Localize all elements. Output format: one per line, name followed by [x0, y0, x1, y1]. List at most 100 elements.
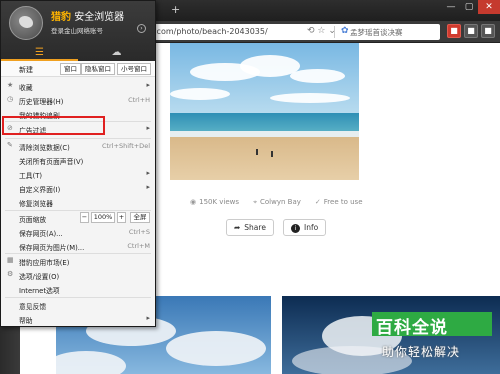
- menu-item-label: 收藏: [19, 84, 33, 92]
- menu-item-label: 帮助: [19, 317, 33, 325]
- url-text[interactable]: .com/photo/beach-2043035/: [154, 27, 268, 36]
- license-info: ✓ Free to use: [315, 198, 363, 207]
- license-text: Free to use: [323, 198, 363, 206]
- eye-icon: ◉: [190, 198, 197, 206]
- menu-item-label: 意见反馈: [19, 303, 47, 311]
- info-button[interactable]: i Info: [283, 219, 327, 236]
- thumbnail-cloud: [56, 351, 126, 374]
- new-alt-account-window-button[interactable]: 小号窗口: [117, 63, 151, 75]
- submenu-arrow-icon: ▸: [146, 183, 150, 191]
- location-pin-icon: ⌖: [253, 198, 258, 206]
- menu-item-save-page[interactable]: 保存网页(A)... Ctrl+S: [1, 225, 155, 239]
- zoom-out-button[interactable]: −: [80, 212, 89, 223]
- check-icon: ✓: [314, 198, 321, 206]
- search-input[interactable]: 孟梦瑶首谈决赛: [350, 27, 403, 38]
- photo-cloud: [270, 93, 350, 103]
- menu-item-label: 保存网页为图片(M)...: [19, 244, 85, 252]
- menu-item-shortcut: Ctrl+H: [128, 96, 150, 104]
- menu-item-history[interactable]: ◷ 历史管理器(H) Ctrl+H: [1, 93, 155, 107]
- menu-item-label: 选项/设置(O): [19, 273, 60, 281]
- grid-icon: ▦: [7, 256, 14, 264]
- views-count: 150K views: [199, 198, 240, 206]
- extension-icons: ■ ■ ■: [447, 24, 495, 38]
- menu-item-label: Internet选项: [19, 287, 60, 295]
- zoom-in-button[interactable]: +: [117, 212, 126, 223]
- account-login-link[interactable]: 登录金山网络账号: [51, 25, 103, 35]
- cloud-icon[interactable]: ☁: [78, 44, 155, 61]
- brand-prefix: 猎豹: [51, 12, 71, 23]
- new-tab-button[interactable]: +: [171, 4, 180, 16]
- location-info: ⌖ Colwyn Bay: [253, 198, 301, 207]
- url-action-icons[interactable]: ⟲ ☆ ⌄: [307, 26, 336, 36]
- zoom-label: 页面缩放: [19, 216, 47, 224]
- menu-item-customize[interactable]: 自定义界面(I) ▸: [1, 181, 155, 195]
- fullscreen-button[interactable]: 全屏: [130, 212, 150, 223]
- menu-item-feedback[interactable]: 意见反馈: [1, 298, 155, 312]
- menu-icon[interactable]: ■: [481, 24, 495, 38]
- menu-item-save-as-image[interactable]: 保存网页为图片(M)... Ctrl+M: [1, 239, 155, 253]
- menu-item-tools[interactable]: 工具(T) ▸: [1, 167, 155, 181]
- info-label: Info: [304, 223, 319, 232]
- views-info: ◉ 150K views: [190, 198, 239, 207]
- location-text: Colwyn Bay: [260, 198, 301, 206]
- menu-list-icon[interactable]: ☰: [1, 44, 78, 61]
- submenu-arrow-icon: ▸: [146, 81, 150, 89]
- photo-person: [271, 151, 273, 157]
- extension-icon[interactable]: ■: [447, 24, 461, 38]
- menu-item-label: 猎豹应用市场(E): [19, 259, 70, 267]
- maximize-button[interactable]: ▢: [460, 0, 478, 14]
- menu-item-shortcut: Ctrl+Shift+Del: [101, 142, 150, 150]
- watermark-title: 百科全说: [376, 318, 448, 338]
- share-icon: ➦: [234, 223, 241, 232]
- photo-person: [256, 149, 258, 155]
- menu-item-label: 清除浏览数据(C): [19, 144, 70, 152]
- menu-item-mute-all[interactable]: 关闭所有页面声音(V): [1, 153, 155, 167]
- minimize-button[interactable]: —: [442, 0, 460, 14]
- menu-item-favorites[interactable]: ★ 收藏 ▸: [1, 79, 155, 93]
- submenu-arrow-icon: ▸: [146, 314, 150, 322]
- search-engine-icon[interactable]: ✿: [341, 26, 349, 36]
- menu-item-clear-data[interactable]: ✎ 清除浏览数据(C) Ctrl+Shift+Del: [1, 139, 155, 153]
- broom-icon: ✎: [7, 141, 13, 149]
- new-window-button[interactable]: 窗口: [60, 63, 81, 75]
- menu-item-zoom: 页面缩放 − 100% + 全屏: [1, 211, 155, 225]
- menu-item-settings[interactable]: ⚙ 选项/设置(O): [1, 268, 155, 282]
- beach-photo[interactable]: [170, 43, 359, 180]
- info-icon: i: [291, 224, 300, 233]
- share-button[interactable]: ➦ Share: [226, 219, 274, 236]
- browser-main-menu: 猎豹 安全浏览器 登录金山网络账号 › ☰ ☁ 新建 窗口 隐私窗口 小号窗口 …: [0, 0, 156, 327]
- menu-item-repair[interactable]: 修复浏览器: [1, 195, 155, 209]
- menu-item-help[interactable]: 帮助 ▸: [1, 312, 155, 326]
- share-label: Share: [244, 223, 266, 232]
- menu-item-shortcut: Ctrl+M: [127, 242, 150, 250]
- menu-item-label: 关闭所有页面声音(V): [19, 158, 84, 166]
- lock-icon[interactable]: ■: [464, 24, 478, 38]
- brand-name: 猎豹 安全浏览器: [51, 8, 124, 23]
- window-controls: — ▢ ✕: [442, 0, 500, 14]
- url-field[interactable]: .com/photo/beach-2043035/ ⟲ ☆ ⌄ ✿ 孟梦瑶首谈决…: [140, 24, 440, 40]
- menu-item-label: 工具(T): [19, 172, 43, 180]
- menu-item-internet-options[interactable]: Internet选项: [1, 282, 155, 296]
- menu-tabs: ☰ ☁: [1, 44, 155, 61]
- new-window-row: 新建 窗口 隐私窗口 小号窗口: [1, 61, 155, 77]
- thumbnail-cloud: [166, 331, 266, 366]
- submenu-arrow-icon: ▸: [146, 169, 150, 177]
- close-window-button[interactable]: ✕: [478, 0, 500, 14]
- menu-item-label: 自定义界面(I): [19, 186, 61, 194]
- menu-item-label: 保存网页(A)...: [19, 230, 63, 238]
- photo-cloud: [170, 88, 230, 100]
- brand-suffix: 安全浏览器: [74, 12, 125, 23]
- url-divider: [334, 26, 335, 38]
- menu-header: 猎豹 安全浏览器 登录金山网络账号 › ☰ ☁: [1, 1, 155, 61]
- submenu-arrow-icon: ▸: [146, 124, 150, 132]
- photo-meta: ◉ 150K views ⌖ Colwyn Bay ✓ Free to use: [190, 198, 363, 207]
- watermark-subtitle: 助你轻松解决: [382, 345, 461, 359]
- new-private-window-button[interactable]: 隐私窗口: [81, 63, 115, 75]
- menu-item-app-market[interactable]: ▦ 猎豹应用市场(E): [1, 254, 155, 268]
- photo-sand: [170, 137, 359, 180]
- chevron-right-icon[interactable]: ›: [137, 24, 146, 33]
- clock-icon: ◷: [7, 95, 14, 103]
- menu-item-label: 历史管理器(H): [19, 98, 64, 106]
- annotation-highlight-box: [2, 116, 105, 135]
- photo-cloud: [290, 69, 345, 83]
